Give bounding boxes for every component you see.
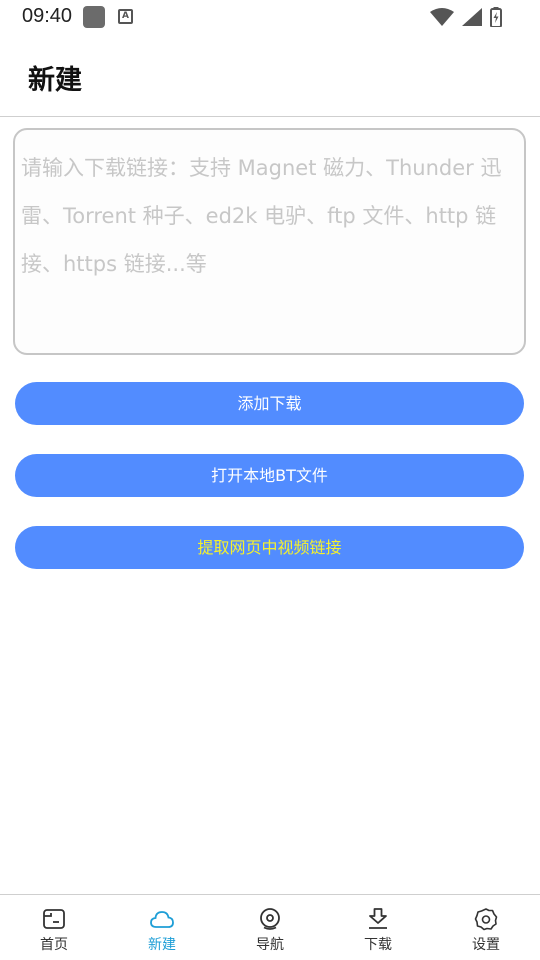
bottom-nav: 首页 新建 导航 下载 设置: [0, 894, 540, 960]
wifi-icon: [430, 8, 454, 26]
status-time: 09:40: [22, 5, 73, 27]
extract-video-link-button[interactable]: 提取网页中视频链接: [15, 526, 524, 569]
home-icon: [43, 909, 65, 929]
signal-icon: [462, 8, 482, 26]
nav-item-download[interactable]: 下载: [324, 895, 432, 960]
download-link-input[interactable]: [15, 130, 524, 353]
open-local-bt-button[interactable]: 打开本地BT文件: [15, 454, 524, 497]
nav-label-home: 首页: [40, 937, 68, 953]
gear-icon: [474, 908, 498, 931]
download-icon: [369, 908, 387, 929]
nav-label-download: 下载: [364, 937, 392, 953]
link-input-container: [13, 128, 526, 355]
nav-item-navigation[interactable]: 导航: [216, 895, 324, 960]
nav-label-new: 新建: [148, 937, 176, 953]
page-title: 新建: [28, 65, 82, 96]
compass-icon: [260, 908, 280, 930]
app-notification-icon: A: [118, 9, 133, 24]
battery-charging-icon: [490, 7, 502, 27]
notification-icon: [83, 6, 105, 28]
nav-item-new[interactable]: 新建: [108, 895, 216, 960]
cloud-icon: [150, 911, 174, 928]
nav-item-home[interactable]: 首页: [0, 895, 108, 960]
add-download-button[interactable]: 添加下载: [15, 382, 524, 425]
nav-label-settings: 设置: [472, 937, 500, 953]
status-bar: 09:40 A: [0, 0, 540, 34]
app-header: 新建: [0, 34, 540, 117]
status-icons: [430, 7, 502, 27]
nav-label-navigation: 导航: [256, 937, 284, 953]
nav-item-settings[interactable]: 设置: [432, 895, 540, 960]
